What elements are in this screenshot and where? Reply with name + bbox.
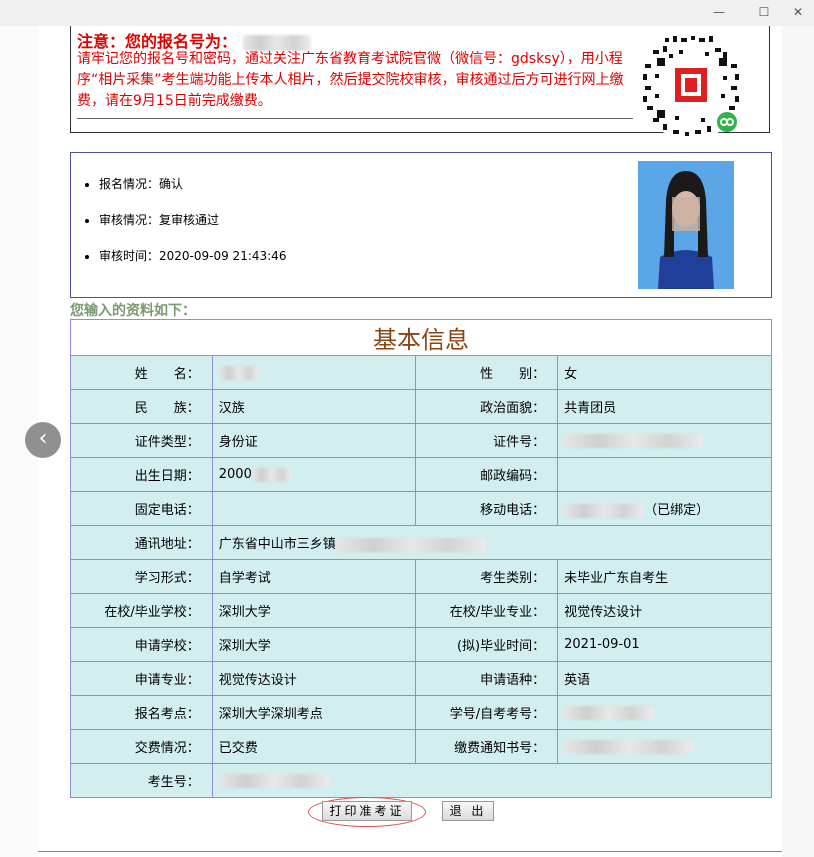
- label-payment-status: 交费情况：: [70, 729, 213, 764]
- table-row: 证件类型： 身份证 证件号：: [70, 423, 772, 458]
- redacted-id-number: [564, 433, 705, 448]
- label-payment-notice: 缴费通知书号：: [415, 729, 559, 764]
- label-postal-code: 邮政编码：: [415, 457, 559, 492]
- table-row: 学习形式： 自学考试 考生类别： 未毕业广东自考生: [70, 559, 772, 594]
- value-gender: 女: [557, 355, 772, 390]
- status-list: 报名情况：确认 审核情况：复审核通过 审核时间：2020-09-09 21:43…: [99, 177, 286, 285]
- label-gender: 性 别：: [415, 355, 559, 390]
- value-mobile: （已绑定）: [557, 491, 772, 526]
- candidate-photo: [638, 161, 734, 289]
- value-school: 深圳大学: [211, 593, 417, 628]
- value-exam-site: 深圳大学深圳考点: [211, 695, 417, 730]
- label-apply-school: 申请学校：: [70, 627, 213, 662]
- bottom-divider: [38, 851, 782, 852]
- table-caption: 基本信息: [70, 319, 772, 356]
- status-registration: 报名情况：确认: [99, 177, 286, 213]
- value-student-number: [557, 695, 772, 730]
- redacted-mobile: [564, 503, 645, 518]
- label-exam-number: 考生号：: [70, 763, 213, 798]
- label-id-type: 证件类型：: [70, 423, 213, 458]
- value-study-mode: 自学考试: [211, 559, 417, 594]
- redacted-student-number: [564, 705, 655, 720]
- value-apply-school: 深圳大学: [211, 627, 417, 662]
- value-postal-code: [557, 457, 772, 492]
- redacted-birth-date: [251, 467, 292, 482]
- value-candidate-type: 未毕业广东自考生: [557, 559, 772, 594]
- table-row: 在校/毕业学校： 深圳大学 在校/毕业专业： 视觉传达设计: [70, 593, 772, 628]
- label-name: 姓 名：: [70, 355, 213, 390]
- value-name: [211, 355, 417, 390]
- address-text: 广东省中山市三乡镇: [218, 537, 336, 552]
- close-icon[interactable]: ✕: [784, 3, 812, 21]
- maximize-icon[interactable]: ☐: [750, 3, 778, 21]
- intro-heading: 您输入的资料如下：: [70, 303, 196, 319]
- basic-info-table: 基本信息 姓 名： 性 别： 女 民 族： 汉族 政治面貌： 共青团员 证件类型…: [70, 319, 773, 798]
- redacted-payment-notice: [564, 739, 695, 754]
- print-admission-ticket-button[interactable]: 打印准考证: [322, 801, 412, 821]
- table-row: 民 族： 汉族 政治面貌： 共青团员: [70, 389, 772, 424]
- value-exam-number: [211, 763, 773, 798]
- label-landline: 固定电话：: [70, 491, 213, 526]
- redacted-name: [218, 365, 259, 380]
- notice-body: 请牢记您的报名号和密码，通过关注广东省教育考试院官微（微信号：gdsksy），用…: [77, 51, 624, 109]
- table-row: 交费情况： 已交费 缴费通知书号：: [70, 729, 772, 764]
- table-row: 报名考点： 深圳大学深圳考点 学号/自考考号：: [70, 695, 772, 730]
- value-address: 广东省中山市三乡镇: [211, 525, 773, 560]
- label-candidate-type: 考生类别：: [415, 559, 559, 594]
- label-graduation-time: (拟)毕业时间：: [415, 627, 559, 662]
- table-row: 申请学校： 深圳大学 (拟)毕业时间： 2021-09-01: [70, 627, 772, 662]
- label-student-number: 学号/自考考号：: [415, 695, 559, 730]
- minimize-icon[interactable]: —: [705, 3, 733, 21]
- action-buttons: 打印准考证 退 出: [38, 797, 782, 830]
- wechat-qr-code-icon: [637, 32, 745, 140]
- value-id-type: 身份证: [211, 423, 417, 458]
- table-row: 考生号：: [70, 763, 773, 798]
- label-id-number: 证件号：: [415, 423, 559, 458]
- status-panel: 报名情况：确认 审核情况：复审核通过 审核时间：2020-09-09 21:43…: [70, 152, 772, 298]
- value-id-number: [557, 423, 772, 458]
- value-language: 英语: [557, 661, 772, 696]
- birth-year: 2000: [218, 467, 252, 482]
- label-address: 通讯地址：: [70, 525, 213, 560]
- page-content: 注意：您的报名号为： 请牢记您的报名号和密码，通过关注广东省教育考试院官微（微信…: [38, 26, 782, 857]
- value-payment-notice: [557, 729, 772, 764]
- label-mobile: 移动电话：: [415, 491, 559, 526]
- label-political-status: 政治面貌：: [415, 389, 559, 424]
- label-language: 申请语种：: [415, 661, 559, 696]
- table-row: 通讯地址： 广东省中山市三乡镇: [70, 525, 773, 560]
- value-landline: [211, 491, 417, 526]
- label-study-mode: 学习形式：: [70, 559, 213, 594]
- label-school: 在校/毕业学校：: [70, 593, 213, 628]
- notice-box: 注意：您的报名号为： 请牢记您的报名号和密码，通过关注广东省教育考试院官微（微信…: [70, 26, 770, 140]
- mobile-bound-status: （已绑定）: [644, 503, 710, 518]
- value-political-status: 共青团员: [557, 389, 772, 424]
- redacted-address: [335, 537, 486, 552]
- redacted-exam-number: [218, 773, 329, 788]
- window-titlebar: — ☐ ✕: [0, 0, 814, 26]
- value-major: 视觉传达设计: [557, 593, 772, 628]
- label-apply-major: 申请专业：: [70, 661, 213, 696]
- value-apply-major: 视觉传达设计: [211, 661, 417, 696]
- table-row: 申请专业： 视觉传达设计 申请语种： 英语: [70, 661, 772, 696]
- value-payment-status: 已交费: [211, 729, 417, 764]
- right-margin: [782, 26, 814, 857]
- table-row: 姓 名： 性 别： 女: [70, 355, 772, 390]
- notice-divider: [77, 118, 633, 119]
- exit-button[interactable]: 退 出: [442, 801, 494, 821]
- value-graduation-time: 2021-09-01: [557, 627, 772, 662]
- label-ethnicity: 民 族：: [70, 389, 213, 424]
- table-row: 固定电话： 移动电话： （已绑定）: [70, 491, 772, 526]
- status-review: 审核情况：复审核通过: [99, 213, 286, 249]
- previous-arrow-icon[interactable]: ‹: [25, 422, 61, 458]
- value-ethnicity: 汉族: [211, 389, 417, 424]
- value-birth-date: 2000: [211, 457, 417, 492]
- label-major: 在校/毕业专业：: [415, 593, 559, 628]
- label-birth-date: 出生日期：: [70, 457, 213, 492]
- label-exam-site: 报名考点：: [70, 695, 213, 730]
- status-review-time: 审核时间：2020-09-09 21:43:46: [99, 249, 286, 285]
- table-row: 出生日期： 2000 邮政编码：: [70, 457, 772, 492]
